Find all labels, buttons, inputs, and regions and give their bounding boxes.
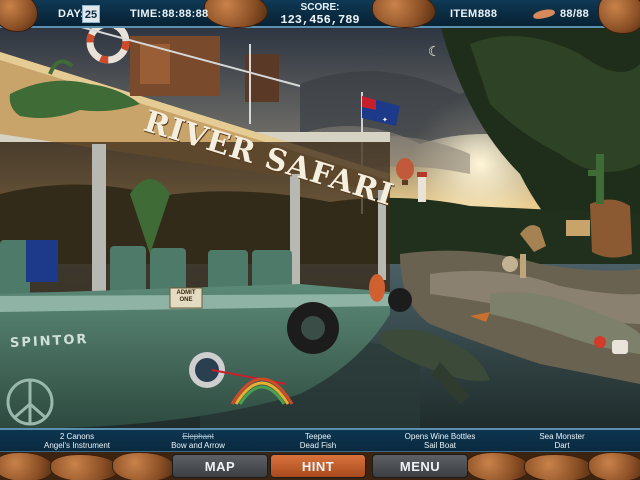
svg-text:☾: ☾ [428,44,441,60]
item-counter: 88/88 [560,8,590,20]
ticket-line-1: ADMIT [176,290,196,296]
item-value: 888 [478,8,498,20]
rock-decoration [112,452,176,480]
map-button[interactable]: MAP [172,454,268,478]
ticket-line-2: ONE [179,297,193,303]
menu-button[interactable]: MENU [372,454,468,478]
scene-art: ☾ ✦ [0,24,640,428]
find-item[interactable]: Opens Wine Bottles [385,432,495,441]
rock-decoration [466,452,530,480]
find-item-found: Elephant [182,432,214,441]
find-list-column: Teepee Dead Fish [263,432,373,450]
find-item[interactable]: Sea Monster [507,432,617,441]
find-item[interactable]: Sail Boat [385,441,495,450]
find-item[interactable]: Dart [507,441,617,450]
find-list-column: 2 Canons Angel's Instrument [22,432,132,450]
rock-decoration [0,452,54,480]
rock-decoration [588,452,640,480]
find-item[interactable]: Teepee [263,432,373,441]
svg-text:✦: ✦ [382,116,388,124]
find-item[interactable]: Dead Fish [263,441,373,450]
find-list-bar: 2 Canons Angel's Instrument Elephant Bow… [0,428,640,452]
find-list-column: Sea Monster Dart [507,432,617,450]
find-item[interactable]: 2 Canons [22,432,132,441]
admit-one-ticket[interactable]: ADMIT ONE [172,290,200,306]
top-hud: DAY: 25 TIME: 88:88:88 SCORE: 123,456,78… [0,0,640,34]
rock-decoration [50,454,120,480]
rock-decoration [524,454,594,480]
find-list-column: Opens Wine Bottles Sail Boat [385,432,495,450]
find-list-column: Elephant Bow and Arrow [143,432,253,450]
find-item[interactable]: Bow and Arrow [143,441,253,450]
hint-button[interactable]: HINT [270,454,366,478]
item-label: ITEM: [450,8,482,20]
find-item[interactable]: Angel's Instrument [22,441,132,450]
hidden-object-scene[interactable]: ☾ ✦ RIVER SAFARI SPINTOR ADMIT ONE [0,24,640,428]
